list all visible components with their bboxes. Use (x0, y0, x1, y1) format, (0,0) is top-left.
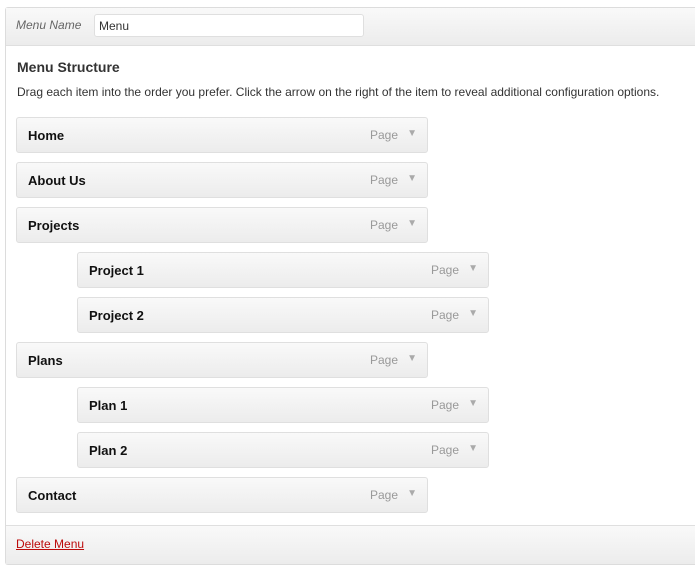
menu-item-type: Page (430, 263, 459, 277)
triangle-down-icon[interactable]: ▼ (407, 173, 417, 184)
menu-item[interactable]: Projects Page ▼ (16, 207, 428, 243)
menu-item-title: Project 1 (89, 263, 144, 278)
section-description: Drag each item into the order you prefer… (17, 85, 660, 99)
triangle-down-icon[interactable]: ▼ (468, 398, 478, 409)
menu-item-type: Page (369, 488, 398, 502)
menu-header: Menu Name (6, 8, 695, 46)
menu-item-title: Plan 1 (89, 398, 128, 413)
triangle-down-icon[interactable]: ▼ (407, 128, 417, 139)
menu-item[interactable]: Home Page ▼ (16, 117, 428, 153)
menu-name-label: Menu Name (16, 18, 82, 32)
menu-footer: Delete Menu (6, 525, 695, 564)
menu-name-input[interactable] (94, 14, 364, 37)
menu-editor: Menu Name Menu Structure Drag each item … (5, 7, 695, 565)
menu-item[interactable]: Project 1 Page ▼ (77, 252, 489, 288)
triangle-down-icon[interactable]: ▼ (407, 218, 417, 229)
triangle-down-icon[interactable]: ▼ (468, 308, 478, 319)
menu-item-title: About Us (28, 173, 86, 188)
menu-item-title: Contact (28, 488, 77, 503)
menu-item[interactable]: Plans Page ▼ (16, 342, 428, 378)
menu-item-type: Page (369, 173, 398, 187)
delete-menu-link[interactable]: Delete Menu (16, 537, 84, 551)
menu-items-list: Home Page ▼ About Us Page ▼ Projects Page … (16, 117, 489, 522)
menu-item-title: Projects (28, 218, 80, 233)
menu-item-type: Page (369, 128, 398, 142)
triangle-down-icon[interactable]: ▼ (407, 353, 417, 364)
menu-item-type: Page (430, 443, 459, 457)
menu-item-type: Page (430, 308, 459, 322)
menu-item[interactable]: Contact Page ▼ (16, 477, 428, 513)
menu-item[interactable]: About Us Page ▼ (16, 162, 428, 198)
menu-item-title: Project 2 (89, 308, 144, 323)
menu-item-title: Home (28, 128, 65, 143)
menu-item-title: Plan 2 (89, 443, 128, 458)
menu-item-type: Page (369, 218, 398, 232)
menu-item-title: Plans (28, 353, 63, 368)
menu-item-type: Page (430, 398, 459, 412)
triangle-down-icon[interactable]: ▼ (407, 488, 417, 499)
menu-item[interactable]: Plan 1 Page ▼ (77, 387, 489, 423)
menu-item-type: Page (369, 353, 398, 367)
menu-item[interactable]: Project 2 Page ▼ (77, 297, 489, 333)
menu-item[interactable]: Plan 2 Page ▼ (77, 432, 489, 468)
section-title: Menu Structure (17, 59, 120, 75)
triangle-down-icon[interactable]: ▼ (468, 443, 478, 454)
triangle-down-icon[interactable]: ▼ (468, 263, 478, 274)
